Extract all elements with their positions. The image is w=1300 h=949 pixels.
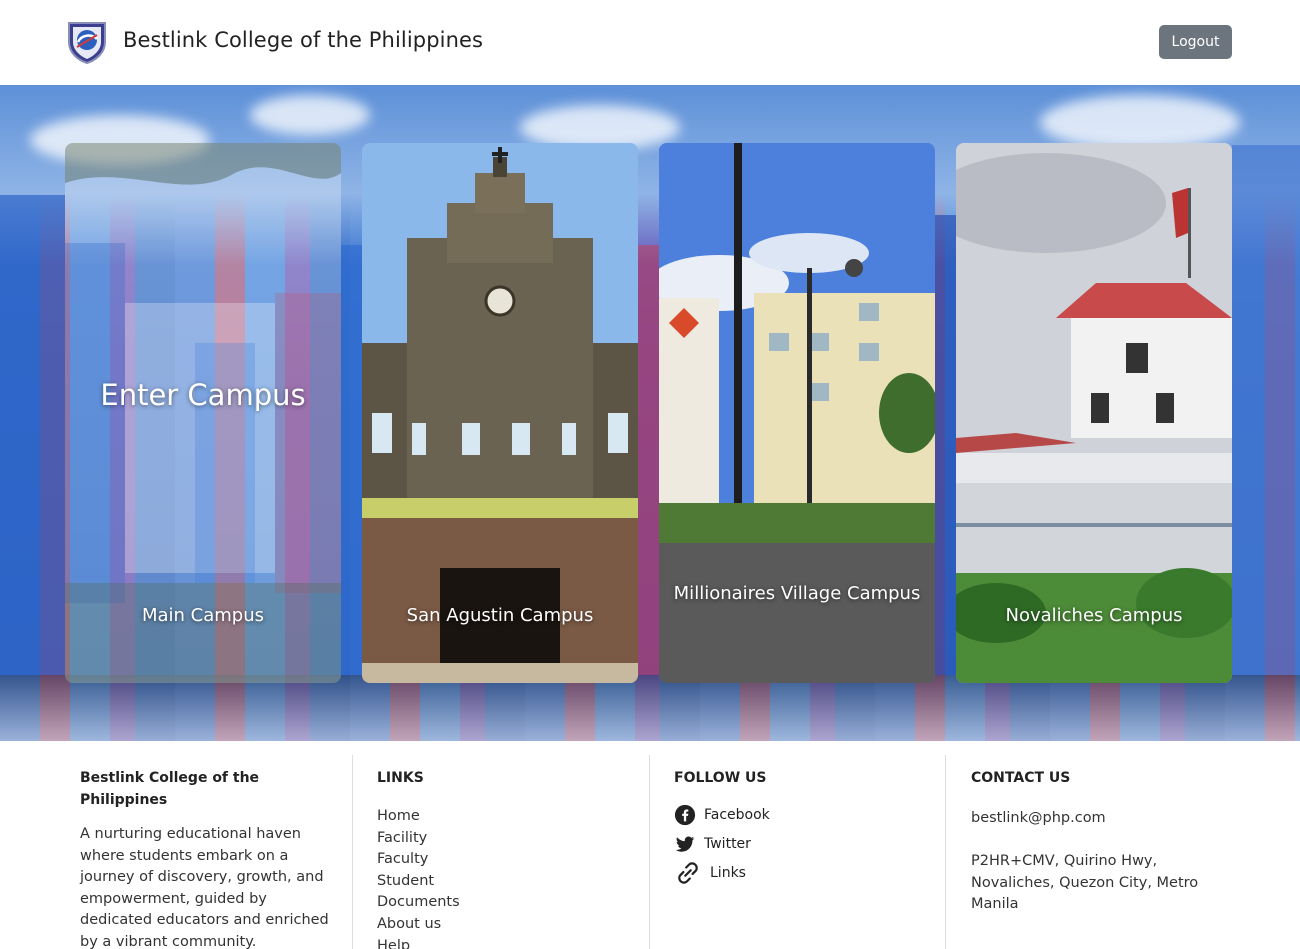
facebook-link[interactable]: Facebook [674,803,945,826]
cloud-decoration [250,95,370,135]
links-link[interactable]: Links [674,861,945,884]
site-title: Bestlink College of the Philippines [123,28,484,52]
building-background [935,215,956,675]
facebook-label: Facebook [704,806,770,823]
campus-card-label: Novaliches Campus [1005,605,1183,626]
enter-campus-label: Enter Campus [100,378,306,412]
campus-card-san-agustin[interactable]: San Agustin Campus [362,143,638,683]
footer-link-about-us[interactable]: About us [377,914,648,936]
footer-links-title: LINKS [377,770,424,786]
hero-section: Enter Campus Main Campus San Agustin Cam… [0,85,1300,741]
footer-link-documents[interactable]: Documents [377,892,648,914]
footer-link-student[interactable]: Student [377,871,648,893]
campus-card-millionaires-village[interactable]: Millionaires Village Campus [659,143,935,683]
building-background [341,245,362,675]
building-background [1232,145,1300,675]
campus-card-label: Millionaires Village Campus [673,583,921,604]
building-background [0,195,65,675]
footer-contact-title: CONTACT US [971,770,1071,786]
building-background [638,245,659,675]
twitter-icon [675,836,695,852]
footer-follow-title: FOLLOW US [674,770,767,786]
campus-card-novaliches[interactable]: Novaliches Campus [956,143,1232,683]
campus-card-main[interactable]: Enter Campus Main Campus [65,143,341,683]
twitter-link[interactable]: Twitter [674,832,945,855]
footer-link-home[interactable]: Home [377,806,648,828]
campus-card-label: San Agustin Campus [406,605,594,626]
links-label: Links [710,864,746,881]
logout-button[interactable]: Logout [1159,25,1232,59]
footer-about-title: Bestlink College of the Philippines [80,770,260,808]
novaliches-building-image [956,143,1232,683]
contact-email[interactable]: bestlink@php.com [971,807,1225,829]
crowd-background [0,675,1300,741]
footer-link-help[interactable]: Help [377,936,648,949]
campus-card-label: Main Campus [141,605,265,626]
footer-about-column: Bestlink College of the Philippines A nu… [80,755,330,949]
footer-link-faculty[interactable]: Faculty [377,849,648,871]
social-links-list: Facebook Twitter Links [674,803,945,884]
san-agustin-church-image [362,143,638,683]
footer-follow-column: FOLLOW US Facebook Twitter Links [649,755,945,949]
link-icon [678,861,698,884]
site-header: Bestlink College of the Philippines Logo… [0,0,1300,85]
footer-link-facility[interactable]: Facility [377,828,648,850]
college-logo-icon[interactable] [66,20,108,65]
cloud-decoration [1040,95,1240,150]
footer-about-text: A nurturing educational haven where stud… [80,826,329,949]
site-footer: Bestlink College of the Philippines A nu… [0,741,1300,949]
footer-links-column: LINKS Home Facility Faculty Student Docu… [352,755,648,949]
footer-contact-column: CONTACT US bestlink@php.com P2HR+CMV, Qu… [945,755,1225,949]
footer-links-list: Home Facility Faculty Student Documents … [377,806,648,949]
main-campus-image [65,143,341,683]
twitter-label: Twitter [704,835,751,852]
contact-address: P2HR+CMV, Quirino Hwy, Novaliches, Quezo… [971,853,1199,912]
facebook-icon [674,804,696,825]
